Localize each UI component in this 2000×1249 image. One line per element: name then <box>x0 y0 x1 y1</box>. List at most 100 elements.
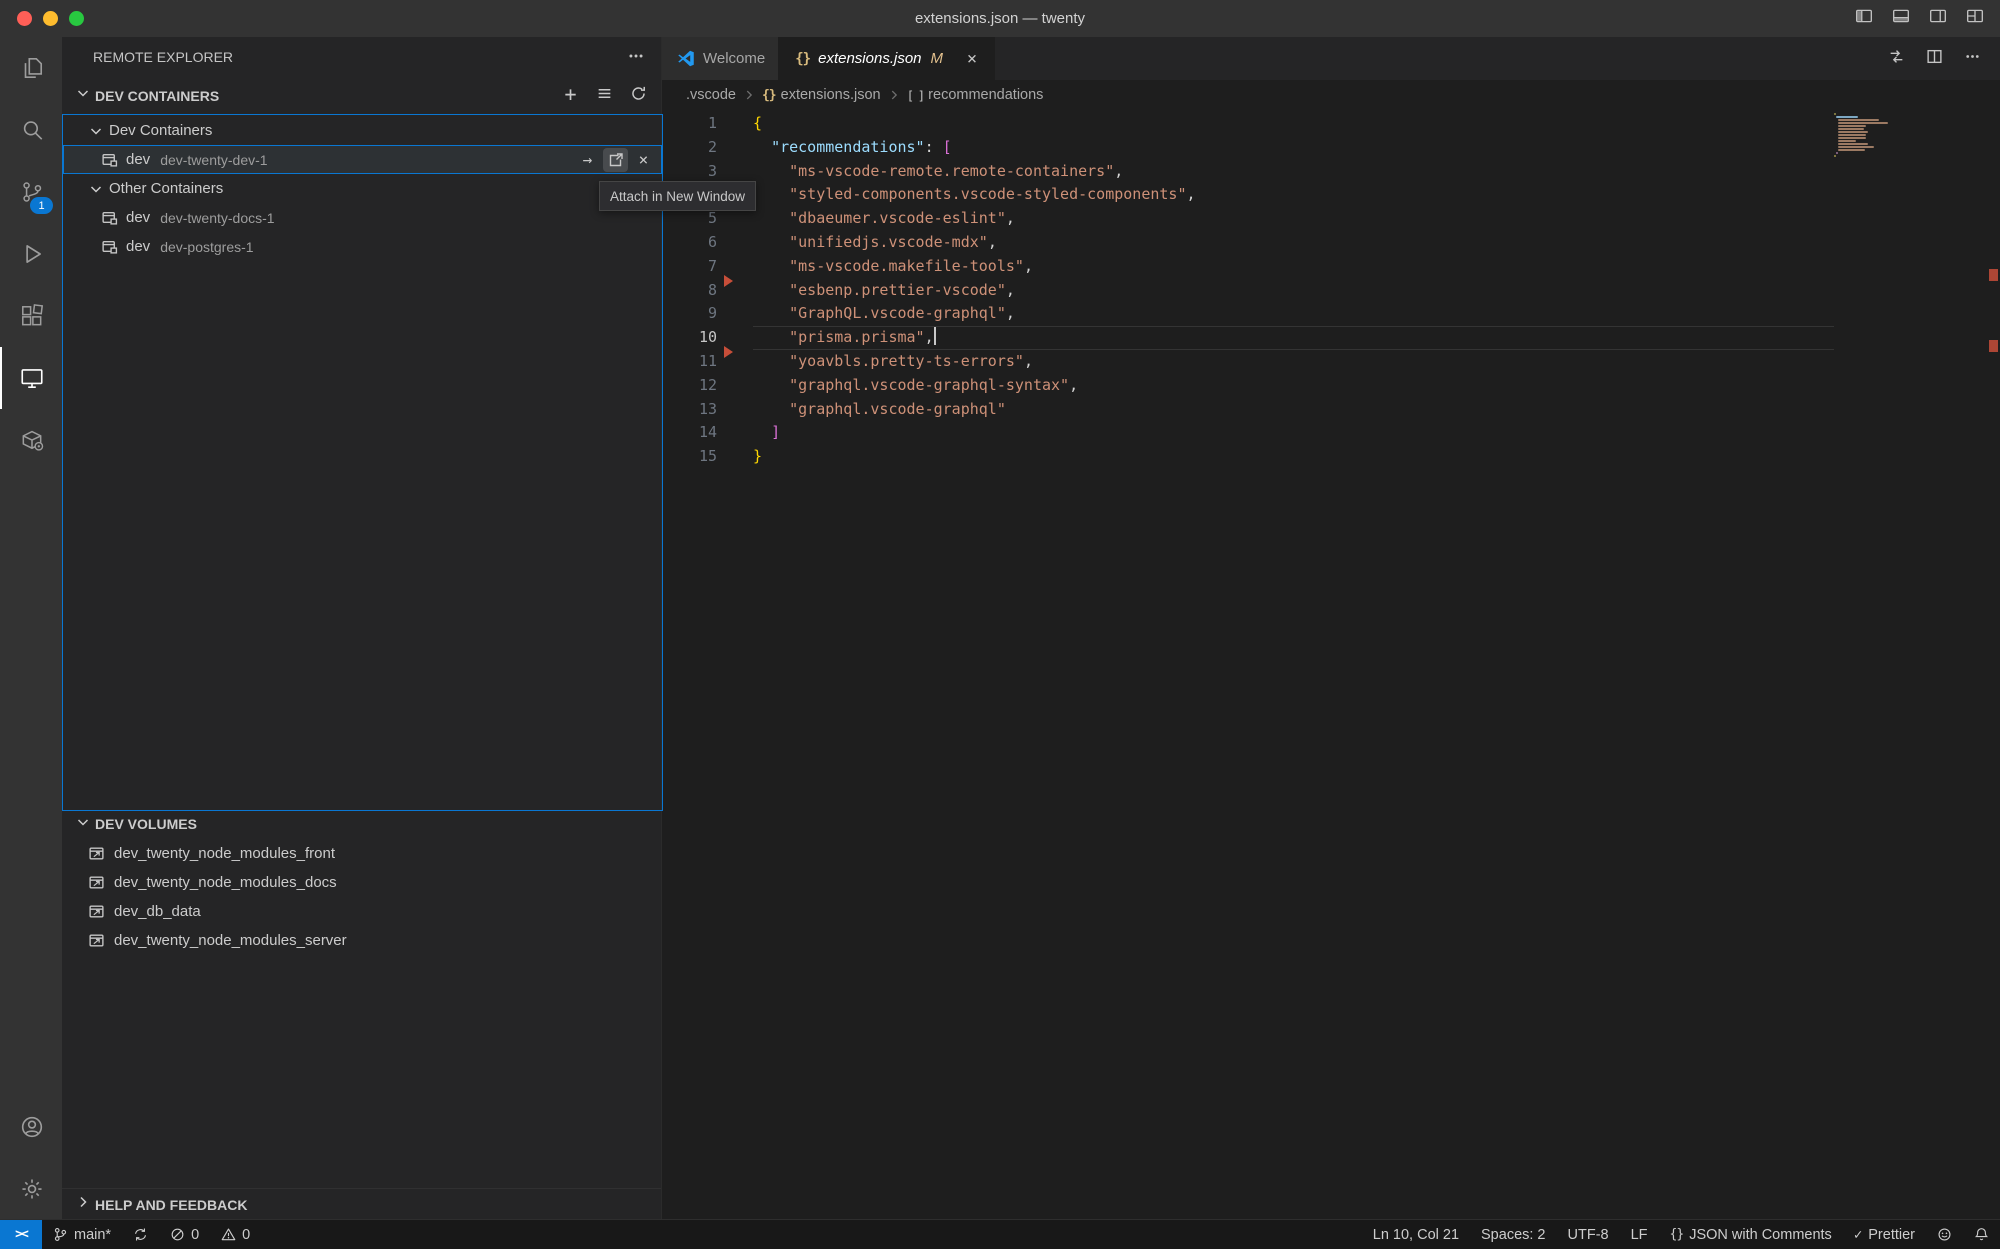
volume-item-row[interactable]: dev_twenty_node_modules_server <box>62 926 661 955</box>
activity-item-source-control[interactable]: 1 <box>0 161 62 223</box>
toggle-primary-sidebar-button[interactable] <box>1855 7 1873 30</box>
status-notifications[interactable] <box>1963 1220 2000 1249</box>
status-language-mode-label: JSON with Comments <box>1689 1227 1832 1243</box>
status-errors-count[interactable]: 0 <box>159 1220 210 1249</box>
container-list-button[interactable] <box>596 85 613 107</box>
breadcrumb-label: recommendations <box>928 87 1043 103</box>
array-icon: [ ] <box>907 88 924 103</box>
activity-bar-bottom <box>0 1096 62 1220</box>
container-group-row[interactable]: Other Containers <box>63 174 662 203</box>
container-item-row[interactable]: devdev-twenty-docs-1 <box>63 203 662 232</box>
open-changes-button[interactable] <box>1888 48 1905 70</box>
activity-bar-top: 1 <box>0 37 62 471</box>
activity-item-remote-explorer[interactable] <box>0 347 62 409</box>
status-bar-left: >< main* 00 <box>0 1220 261 1249</box>
tab-extensions-json[interactable]: {}extensions.jsonM× <box>779 37 995 80</box>
status-indentation[interactable]: Spaces: 2 <box>1470 1220 1557 1249</box>
status-remote-indicator[interactable]: >< <box>0 1220 42 1249</box>
container-group-row[interactable]: Dev Containers <box>63 116 662 145</box>
split-editor-button[interactable] <box>1926 48 1943 70</box>
code-line: 1{ <box>661 112 2000 136</box>
dev-containers-section-header[interactable]: DEV CONTAINERS + <box>62 79 661 112</box>
line-number: 15 <box>661 445 717 469</box>
minimap[interactable] <box>1834 113 1890 157</box>
volume-label: dev_twenty_node_modules_front <box>114 845 335 862</box>
minimap-line <box>1838 134 1866 136</box>
status-warnings-count[interactable]: 0 <box>210 1220 261 1249</box>
attach-container-button[interactable]: → <box>575 148 600 172</box>
more-actions-button[interactable] <box>1964 48 1981 70</box>
code-line: 8 "esbenp.prettier-vscode", <box>661 279 2000 303</box>
status-eol-sequence[interactable]: LF <box>1620 1220 1659 1249</box>
sidebar-title: REMOTE EXPLORER <box>93 49 233 65</box>
minimize-window-button[interactable] <box>43 11 58 26</box>
activity-item-search[interactable] <box>0 99 62 161</box>
activity-item-extensions[interactable] <box>0 285 62 347</box>
minimap-line <box>1838 146 1873 148</box>
close-window-button[interactable] <box>17 11 32 26</box>
container-item-row[interactable]: devdev-postgres-1 <box>63 232 662 261</box>
minimap-line <box>1838 122 1888 124</box>
gutter <box>717 231 753 255</box>
feedback-icon <box>1937 1227 1952 1242</box>
status-sync-changes[interactable] <box>122 1220 159 1249</box>
stop-container-button[interactable]: × <box>631 148 656 172</box>
volume-item-row[interactable]: dev_twenty_node_modules_docs <box>62 868 661 897</box>
layout-panel-icon <box>1892 7 1910 25</box>
activity-item-accounts[interactable] <box>0 1096 62 1158</box>
status-bar: >< main* 00 Ln 10, Col 21Spaces: 2UTF-8LF{… <box>0 1219 2000 1249</box>
container-item-row[interactable]: devdev-twenty-dev-1→× <box>63 145 662 174</box>
code-line-content: "styled-components.vscode-styled-compone… <box>753 183 1834 207</box>
line-number: 11 <box>661 350 717 374</box>
volume-item-row[interactable]: dev_db_data <box>62 897 661 926</box>
activity-item-run-and-debug[interactable] <box>0 223 62 285</box>
code-line: 15} <box>661 445 2000 469</box>
breadcrumb-item[interactable]: [ ] recommendations <box>907 87 1044 103</box>
editor-tab-bar: Welcome{}extensions.jsonM× <box>661 37 2000 80</box>
dev-volumes-section-header[interactable]: DEV VOLUMES <box>62 809 661 839</box>
dev-containers-tree[interactable]: Dev Containersdevdev-twenty-dev-1→×Other… <box>62 114 663 811</box>
status-branch-indicator[interactable]: main* <box>42 1220 122 1249</box>
customize-layout-icon <box>1966 7 1984 25</box>
activity-item-settings[interactable] <box>0 1158 62 1220</box>
dev-volumes-header-label: DEV VOLUMES <box>95 816 197 832</box>
refresh-containers-button[interactable] <box>630 85 647 107</box>
text-cursor <box>934 327 936 345</box>
activity-item-containers[interactable] <box>0 409 62 471</box>
status-feedback[interactable] <box>1926 1220 1963 1249</box>
traffic-lights <box>17 11 84 26</box>
extensions-icon <box>19 303 45 329</box>
status-formatter-prettier[interactable]: ✓Prettier <box>1843 1220 1926 1249</box>
code-editor[interactable]: 1{2 "recommendations": [3 "ms-vscode-rem… <box>661 110 2000 1220</box>
code-line: 11 "yoavbls.pretty-ts-errors", <box>661 350 2000 374</box>
activity-item-explorer[interactable] <box>0 37 62 99</box>
attach-in-new-window-button[interactable] <box>603 148 628 172</box>
list-icon <box>596 85 613 102</box>
status-language-mode[interactable]: {}JSON with Comments <box>1659 1220 1843 1249</box>
close-tab-icon[interactable]: × <box>963 50 981 68</box>
chevron-slot-dc <box>75 85 91 106</box>
toggle-secondary-sidebar-button[interactable] <box>1929 7 1947 30</box>
bell-icon <box>1974 1227 1989 1242</box>
help-and-feedback-section-header[interactable]: HELP AND FEEDBACK <box>62 1188 661 1220</box>
gutter <box>717 421 753 445</box>
toggle-panel-button[interactable] <box>1892 7 1910 30</box>
new-dev-container-button[interactable]: + <box>562 85 579 106</box>
breadcrumb: .vscode {}extensions.json [ ] recommendatio… <box>661 80 2000 110</box>
gutter <box>717 279 753 303</box>
status-cursor-position[interactable]: Ln 10, Col 21 <box>1362 1220 1470 1249</box>
zoom-window-button[interactable] <box>69 11 84 26</box>
remote-icon: >< <box>15 1227 27 1242</box>
volume-item-row[interactable]: dev_twenty_node_modules_front <box>62 839 661 868</box>
line-number: 12 <box>661 374 717 398</box>
window-title: extensions.json — twenty <box>0 0 2000 37</box>
tab-welcome[interactable]: Welcome <box>661 37 779 80</box>
breadcrumb-item[interactable]: .vscode <box>686 87 736 103</box>
minimap-line <box>1838 137 1866 139</box>
breadcrumb-item[interactable]: {}extensions.json <box>762 87 881 103</box>
warning-icon <box>221 1227 236 1242</box>
scm-badge: 1 <box>30 197 53 214</box>
views-more-actions-button[interactable] <box>627 52 645 68</box>
customize-layout-button[interactable] <box>1966 7 1984 30</box>
status-encoding[interactable]: UTF-8 <box>1557 1220 1620 1249</box>
